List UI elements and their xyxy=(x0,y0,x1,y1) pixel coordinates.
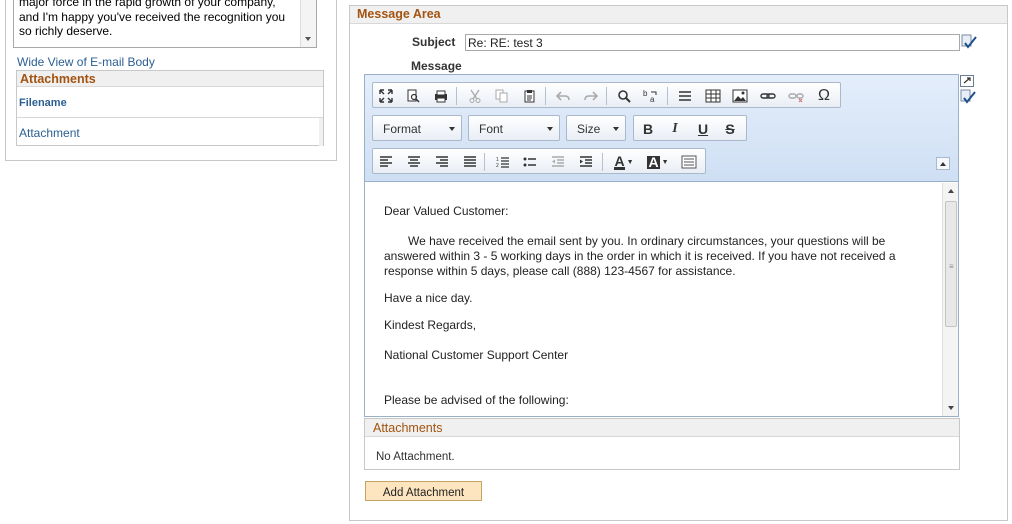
paste-icon[interactable] xyxy=(520,86,540,106)
editor-toolbar: ba Ω Format Font Size B I U S 1 2 A ▼ A … xyxy=(365,75,958,182)
svg-text:2: 2 xyxy=(496,163,499,168)
editor-attachments-title: Attachments xyxy=(373,421,443,435)
bulleted-list-icon[interactable] xyxy=(520,152,540,172)
closing-line: Have a nice day. xyxy=(384,291,473,305)
bold-button[interactable]: B xyxy=(638,119,658,139)
scroll-down-arrow-icon[interactable] xyxy=(305,37,311,41)
advise-line: Please be advised of the following: xyxy=(384,393,569,407)
font-dropdown[interactable]: Font xyxy=(468,115,560,141)
image-icon[interactable] xyxy=(730,86,750,106)
chevron-down-icon: ▼ xyxy=(661,158,669,166)
message-area-title: Message Area xyxy=(357,7,441,21)
spell-check-message-icon[interactable] xyxy=(960,89,976,108)
subject-input[interactable] xyxy=(465,34,960,51)
svg-text:b: b xyxy=(643,89,648,98)
align-left-icon[interactable] xyxy=(376,152,396,172)
svg-text:a: a xyxy=(650,95,655,103)
cut-icon[interactable] xyxy=(465,86,485,106)
attachment-link[interactable]: Attachment xyxy=(19,126,80,140)
justify-icon[interactable] xyxy=(460,152,480,172)
format-dropdown[interactable]: Format xyxy=(372,115,462,141)
chevron-down-icon xyxy=(547,127,553,131)
greeting-text: Dear Valued Customer: xyxy=(384,204,509,218)
source-code-icon[interactable] xyxy=(679,152,699,172)
scrollbar-thumb[interactable]: ≡ xyxy=(945,201,957,327)
italic-button[interactable]: I xyxy=(665,119,685,139)
regards-line: Kindest Regards, xyxy=(384,318,477,332)
spell-check-icon[interactable] xyxy=(961,34,977,53)
preview-icon[interactable] xyxy=(403,86,423,106)
align-right-icon[interactable] xyxy=(432,152,452,172)
text-color-button[interactable]: A ▼ xyxy=(611,152,637,172)
undo-icon[interactable] xyxy=(553,86,573,106)
indent-icon[interactable] xyxy=(576,152,596,172)
size-dropdown[interactable]: Size xyxy=(566,115,626,141)
message-area-header xyxy=(350,6,1007,24)
no-attachment-text: No Attachment. xyxy=(376,451,455,463)
print-icon[interactable] xyxy=(431,86,451,106)
email-body-text: major force in the rapid growth of your … xyxy=(19,0,286,38)
filename-column-header: Filename xyxy=(17,88,323,118)
align-center-icon[interactable] xyxy=(404,152,424,172)
copy-icon[interactable] xyxy=(492,86,512,106)
chevron-down-icon xyxy=(449,127,455,131)
maximize-icon[interactable] xyxy=(376,86,396,106)
attachments-grid: Attachments Filename Attachment xyxy=(16,70,324,146)
toolbar-row-1: ba Ω xyxy=(372,82,841,108)
toolbar-style-group: B I U S xyxy=(633,115,747,141)
outdent-icon[interactable] xyxy=(548,152,568,172)
wide-view-link[interactable]: Wide View of E-mail Body xyxy=(17,55,155,69)
find-icon[interactable] xyxy=(614,86,634,106)
subject-label: Subject xyxy=(412,35,456,49)
add-attachment-button[interactable]: Add Attachment xyxy=(365,481,482,501)
underline-button[interactable]: U xyxy=(693,119,713,139)
email-body-textarea[interactable]: major force in the rapid growth of your … xyxy=(13,0,317,48)
editor-scrollbar[interactable]: ≡ xyxy=(942,183,958,416)
scroll-down-arrow-icon[interactable] xyxy=(948,406,954,410)
horizontal-rule-icon[interactable] xyxy=(675,86,695,106)
replace-icon[interactable]: ba xyxy=(641,86,661,106)
scroll-up-arrow-icon[interactable] xyxy=(948,189,954,193)
strikethrough-button[interactable]: S xyxy=(720,119,740,139)
collapse-toolbar-icon xyxy=(940,162,946,166)
body-paragraph: We have received the email sent by you. … xyxy=(384,234,896,278)
attachments-grid-title: Attachments xyxy=(17,71,323,87)
link-icon[interactable] xyxy=(758,86,778,106)
chevron-down-icon: ▼ xyxy=(626,158,634,166)
special-char-icon[interactable]: Ω xyxy=(814,86,834,106)
expand-editor-icon[interactable] xyxy=(960,75,974,90)
editor-attachments-header xyxy=(365,419,959,437)
editor-content[interactable]: Dear Valued Customer: We have received t… xyxy=(365,183,942,416)
redo-icon[interactable] xyxy=(581,86,601,106)
message-label: Message xyxy=(411,59,462,73)
background-color-button[interactable]: A ▼ xyxy=(645,152,671,172)
signature-line: National Customer Support Center xyxy=(384,348,569,362)
unlink-icon[interactable] xyxy=(786,86,806,106)
numbered-list-icon[interactable]: 12 xyxy=(493,152,513,172)
grip-icon: ≡ xyxy=(949,262,954,271)
collapse-toolbar-button[interactable] xyxy=(936,157,950,170)
textarea-scrollbar[interactable] xyxy=(300,0,316,47)
row-shade xyxy=(319,118,323,146)
chevron-down-icon xyxy=(613,127,619,131)
toolbar-row-3: 12 A ▼ A ▼ xyxy=(372,148,706,174)
table-icon[interactable] xyxy=(703,86,723,106)
